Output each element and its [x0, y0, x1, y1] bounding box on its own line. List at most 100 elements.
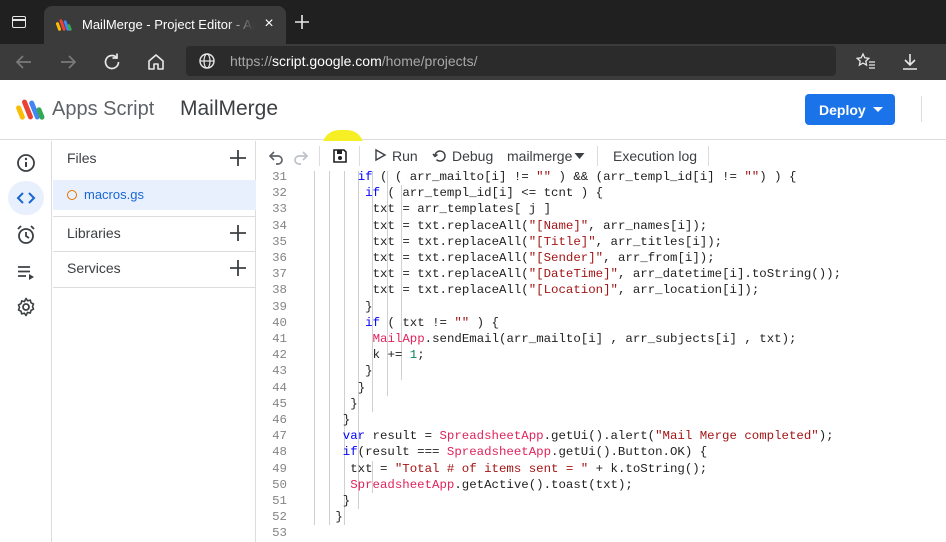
code-text: txt = txt.replaceAll("[Title]", arr_titl…	[372, 234, 723, 249]
indent-guide	[329, 493, 330, 510]
function-select[interactable]: mailmerge	[507, 148, 572, 164]
code-line[interactable]: 39}	[257, 298, 946, 315]
line-number: 39	[272, 299, 287, 314]
editor-button[interactable]	[8, 181, 44, 215]
project-name[interactable]: MailMerge	[180, 97, 278, 121]
indent-guide	[401, 298, 402, 315]
indent-guide	[358, 266, 359, 283]
add-file-plus-icon[interactable]	[227, 147, 249, 169]
line-number: 44	[272, 380, 287, 395]
save-icon[interactable]	[331, 147, 349, 165]
caret-down-icon	[873, 107, 883, 112]
tab-close-icon[interactable]: ×	[260, 15, 278, 33]
line-number: 31	[272, 171, 287, 184]
file-item-macros[interactable]: macros.gs	[53, 180, 256, 210]
code-line[interactable]: 52}	[257, 509, 946, 526]
indent-guide	[329, 509, 330, 526]
code-line[interactable]: 51}	[257, 493, 946, 510]
run-button[interactable]: Run	[392, 148, 418, 164]
code-line[interactable]: 41 MailApp.sendEmail(arr_mailto[i] , arr_…	[257, 331, 946, 348]
indent-guide	[358, 298, 359, 315]
indent-guide	[314, 314, 315, 331]
debug-button[interactable]: Debug	[452, 148, 493, 164]
globe-icon	[199, 53, 215, 69]
code-text: txt = txt.replaceAll("[DateTime]", arr_d…	[372, 267, 842, 282]
line-number: 34	[272, 218, 287, 233]
url-path: /home/projects/	[381, 53, 478, 69]
indent-guide	[329, 444, 330, 461]
code-text: }	[357, 380, 366, 395]
code-line[interactable]: 37 txt = txt.replaceAll("[DateTime]", arr…	[257, 266, 946, 283]
code-line[interactable]: 38 txt = txt.replaceAll("[Location]", arr…	[257, 282, 946, 299]
add-service-plus-icon[interactable]	[227, 257, 249, 279]
line-number: 47	[272, 429, 287, 444]
line-number: 42	[272, 348, 287, 363]
browser-tab-bar: MailMerge - Project Editor - Apps Script…	[0, 0, 946, 44]
indent-guide	[329, 233, 330, 250]
deploy-button[interactable]: Deploy	[805, 94, 895, 125]
indent-guide	[329, 266, 330, 283]
code-line[interactable]: 31 if ( ( arr_mailto[i] != "" ) && (arr_t…	[257, 171, 946, 186]
code-line[interactable]: 44}	[257, 379, 946, 396]
indent-guide	[329, 185, 330, 202]
back-icon[interactable]	[12, 50, 36, 74]
file-name: macros.gs	[84, 187, 144, 202]
code-line[interactable]: 33 txt = arr_templates[ j ]	[257, 201, 946, 218]
code-line[interactable]: 48 if(result === SpreadsheetApp.getUi().B…	[257, 444, 946, 461]
code-line[interactable]: 34 txt = txt.replaceAll("[Name]", arr_nam…	[257, 217, 946, 234]
debug-icon	[432, 150, 446, 162]
browser-tab[interactable]: MailMerge - Project Editor - Apps Script…	[44, 6, 286, 44]
executions-button[interactable]	[8, 255, 44, 289]
code-line[interactable]: 32 if ( arr_templ_id[i] <= tcnt ) {	[257, 185, 946, 202]
forward-icon[interactable]	[56, 50, 80, 74]
code-line[interactable]: 53	[257, 525, 946, 541]
overview-button[interactable]	[8, 146, 44, 180]
code-text: txt = txt.replaceAll("[Name]", arr_names…	[372, 218, 708, 233]
line-number: 52	[272, 510, 287, 525]
code-text: }	[342, 413, 351, 427]
line-number: 41	[272, 332, 287, 346]
redo-icon[interactable]	[292, 147, 310, 165]
indent-guide	[329, 314, 330, 331]
downloads-icon[interactable]	[898, 50, 922, 74]
favorites-icon[interactable]	[854, 50, 878, 74]
triggers-button[interactable]	[8, 218, 44, 252]
line-number: 36	[272, 251, 287, 265]
add-library-plus-icon[interactable]	[227, 222, 249, 244]
line-number: 53	[272, 526, 287, 541]
line-number: 51	[272, 494, 287, 508]
code-line[interactable]: 45}	[257, 395, 946, 412]
refresh-icon[interactable]	[100, 50, 124, 74]
home-icon[interactable]	[144, 50, 168, 74]
indent-guide	[387, 379, 388, 396]
code-line[interactable]: 47 var result = SpreadsheetApp.getUi().al…	[257, 428, 946, 445]
code-line[interactable]: 40 if ( txt != "" ) {	[257, 314, 946, 331]
indent-guide	[314, 476, 315, 493]
undo-icon[interactable]	[267, 147, 285, 165]
url-host: script.google.com	[272, 53, 382, 69]
indent-guide	[329, 395, 330, 412]
code-text: }	[350, 396, 358, 411]
code-line[interactable]: 42 k += 1;	[257, 347, 946, 364]
code-editor[interactable]: 31 if ( ( arr_mailto[i] != "" ) && (arr_t…	[257, 171, 946, 542]
execution-log-button[interactable]: Execution log	[613, 148, 697, 164]
address-bar[interactable]: https://script.google.com/home/projects/	[186, 46, 836, 76]
tab-actions-icon[interactable]	[12, 16, 26, 28]
code-line[interactable]: 36 txt = txt.replaceAll("[Sender]", arr_f…	[257, 250, 946, 267]
indent-guide	[314, 331, 315, 348]
code-text: if ( ( arr_mailto[i] != "" ) && (arr_tem…	[357, 171, 797, 184]
new-tab-icon[interactable]	[292, 12, 312, 32]
code-line[interactable]: 35 txt = txt.replaceAll("[Title]", arr_ti…	[257, 233, 946, 250]
code-line[interactable]: 50 SpreadsheetApp.getActive().toast(txt);	[257, 476, 946, 493]
indent-guide	[344, 217, 345, 234]
code-line[interactable]: 46}	[257, 412, 946, 429]
indent-guide	[358, 331, 359, 348]
settings-button[interactable]	[8, 290, 44, 324]
indent-guide	[314, 493, 315, 510]
line-number: 50	[272, 477, 287, 492]
code-line[interactable]: 43}	[257, 363, 946, 380]
indent-guide	[314, 428, 315, 445]
indent-guide	[329, 331, 330, 348]
code-line[interactable]: 49 txt = "Total # of items sent = " + k.t…	[257, 460, 946, 477]
code-text: if ( arr_templ_id[i] <= tcnt ) {	[365, 186, 604, 201]
